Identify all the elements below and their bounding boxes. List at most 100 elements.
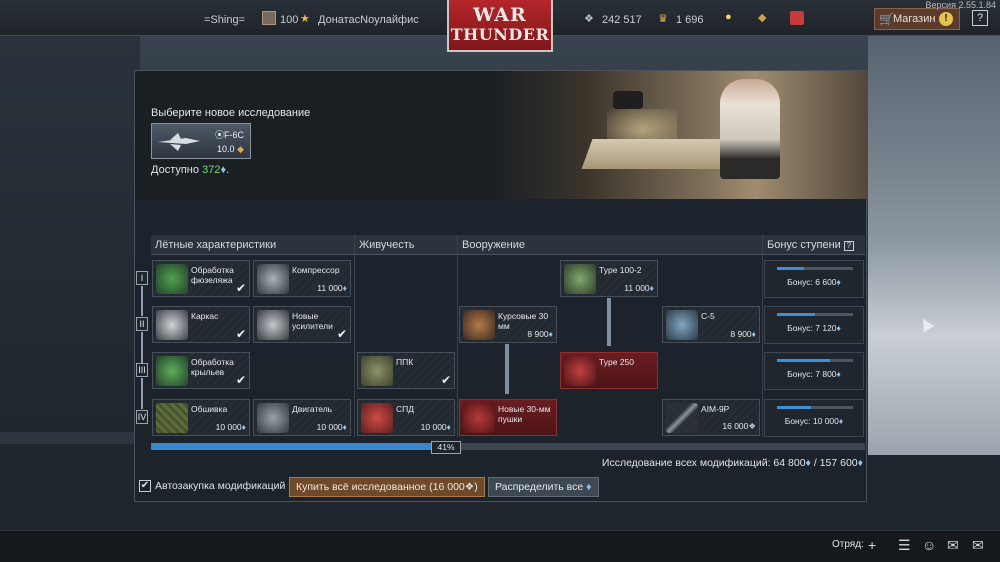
rp-icon: ♦ (220, 164, 227, 176)
bonus-text: Бонус: 7 800♦ (787, 369, 841, 379)
mod-c5[interactable]: С-5 8 900♦ (662, 306, 760, 343)
total-separator: / (813, 457, 817, 469)
mod-type250[interactable]: Type 250 (560, 352, 658, 389)
game-screen: =Shing= 100 ★ ДонатасNоулайфис WAR THUND… (0, 0, 1000, 562)
mail-icon[interactable]: ✉ (972, 537, 984, 554)
mod-name: СПД (396, 404, 415, 414)
column-divider (762, 235, 763, 437)
gift-icon[interactable] (790, 11, 804, 25)
column-bonus: Бонус ступени ? (763, 235, 865, 255)
mod-name: Каркас (191, 311, 219, 321)
dependency-arrow (505, 344, 509, 394)
total-max: 157 600 (819, 457, 858, 469)
available-value: 372 (202, 164, 221, 176)
mod-aim9p[interactable]: AIM-9P 16 000❖ (662, 399, 760, 436)
mod-compressor[interactable]: Компрессор 11 000♦ (253, 260, 351, 297)
mod-name: Двигатель (292, 404, 333, 414)
logo-thunder: THUNDER (450, 25, 550, 44)
avatar-icon[interactable] (262, 11, 276, 25)
bonus-text: Бонус: 10 000♦ (784, 416, 844, 426)
mod-wings[interactable]: Обработка крыльев ✔ (152, 352, 250, 389)
golden-eagles-amount[interactable]: 1 696 (676, 14, 704, 26)
silver-lions-icon: ❖ (584, 13, 594, 25)
add-squad-icon[interactable]: + (868, 537, 876, 553)
mod-name: AIM-9P (701, 404, 730, 414)
squadron-name[interactable]: ДонатасNоулайфис (318, 14, 419, 26)
tier-connector (141, 332, 143, 363)
mod-cost: 8 900♦ (527, 329, 553, 339)
mod-name: Курсовые 30 мм (498, 311, 549, 331)
mod-name: Обшивка (191, 404, 228, 414)
distribute-label: Распределить все (495, 481, 584, 493)
dependency-arrow (607, 298, 611, 346)
column-armament: Вооружение (458, 235, 762, 255)
player-level: 100 (280, 14, 299, 26)
mod-name: ППК (396, 357, 414, 367)
mod-name: Type 250 (599, 357, 634, 367)
mod-cost: 11 000♦ (317, 283, 347, 293)
lightbulb-icon[interactable]: ● (725, 11, 732, 23)
mod-cost: 11 000♦ (624, 283, 654, 293)
rocket-icon (666, 310, 698, 340)
mod-new-30mm-cannons[interactable]: Новые 30-мм пушки (459, 399, 557, 436)
bonus-progress (777, 359, 853, 362)
shop-button[interactable]: 🛒 Магазин ! (874, 8, 960, 30)
list-icon[interactable]: ☰ (898, 537, 911, 554)
cover-icon (156, 403, 188, 433)
question-icon[interactable]: ? (843, 241, 854, 251)
top-bar: =Shing= 100 ★ ДонатасNоулайфис WAR THUND… (0, 0, 1000, 52)
research-header: Выберите новое исследование ⦿F-6C 10.0 ◆… (135, 71, 868, 199)
mod-name: С-5 (701, 311, 715, 321)
mod-type100-2[interactable]: Type 100-2 11 000♦ (560, 260, 658, 297)
lamp-image (613, 91, 643, 109)
mod-engine[interactable]: Двигатель 10 000♦ (253, 399, 351, 436)
distribute-all-button[interactable]: Распределить все ♦ (488, 477, 599, 497)
bomb-icon (564, 264, 596, 294)
tier-bonus: Бонус: 7 120♦ (764, 306, 864, 344)
buy-all-label: Купить всё исследованное (16 000 (296, 481, 465, 493)
premium-diamond-icon[interactable]: ◆ (758, 11, 766, 24)
mod-fuselage[interactable]: Обработка фюзеляжа ✔ (152, 260, 250, 297)
check-icon: ✔ (336, 327, 347, 341)
logo-war: WAR (473, 4, 527, 26)
modifications-panel: Выберите новое исследование ⦿F-6C 10.0 ◆… (134, 70, 868, 502)
rp-icon: ♦ (586, 481, 592, 493)
vehicle-br: 10.0 ◆ (217, 144, 244, 154)
column-divider (457, 235, 458, 437)
mod-new-boosters[interactable]: Новые усилители ✔ (253, 306, 351, 343)
shop-label: Магазин (893, 13, 936, 25)
war-thunder-logo[interactable]: WAR THUNDER (447, 0, 553, 52)
friends-icon[interactable]: ☺ (922, 537, 936, 553)
mod-spd[interactable]: СПД 10 000♦ (357, 399, 455, 436)
silver-lions-amount[interactable]: 242 517 (602, 14, 642, 26)
missile-icon (666, 403, 698, 433)
vehicle-card-f6c[interactable]: ⦿F-6C 10.0 ◆ (151, 123, 251, 159)
silver-lions-icon: ❖ (464, 481, 475, 493)
column-flight: Лётные характеристики (151, 235, 354, 255)
total-research: Исследование всех модификаций: 64 800♦ /… (601, 457, 863, 469)
bomb-icon (564, 356, 596, 386)
mod-cover[interactable]: Обшивка 10 000♦ (152, 399, 250, 436)
bonus-text: Бонус: 7 120♦ (787, 323, 841, 333)
nickname[interactable]: =Shing= (204, 14, 245, 26)
chat-icon[interactable]: ✉ (947, 537, 959, 554)
buy-all-researched-button[interactable]: Купить всё исследованное (16 000❖) (289, 477, 485, 497)
autobuy-toggle[interactable]: ✔ Автозакупка модификаций (139, 480, 285, 493)
squad-label: Отряд: (832, 539, 864, 550)
research-progress-label: 41% (431, 441, 461, 454)
mod-frame[interactable]: Каркас ✔ (152, 306, 250, 343)
alert-icon: ! (939, 12, 953, 26)
tier-bonus: Бонус: 6 600♦ (764, 260, 864, 298)
total-value: 64 800 (773, 457, 806, 469)
column-divider (354, 235, 355, 437)
mod-cost: 10 000♦ (420, 422, 451, 432)
checkbox-checked[interactable]: ✔ (139, 480, 151, 493)
cannon-ammo-icon (463, 310, 495, 340)
tier-marker: I (136, 271, 148, 285)
tier-bonus: Бонус: 10 000♦ (764, 399, 864, 437)
mod-guns-30mm[interactable]: Курсовые 30 мм 8 900♦ (459, 306, 557, 343)
tier-bonus: Бонус: 7 800♦ (764, 352, 864, 390)
help-button[interactable]: ? (972, 10, 988, 26)
bonus-progress (777, 406, 853, 409)
mod-ppk[interactable]: ППК ✔ (357, 352, 455, 389)
